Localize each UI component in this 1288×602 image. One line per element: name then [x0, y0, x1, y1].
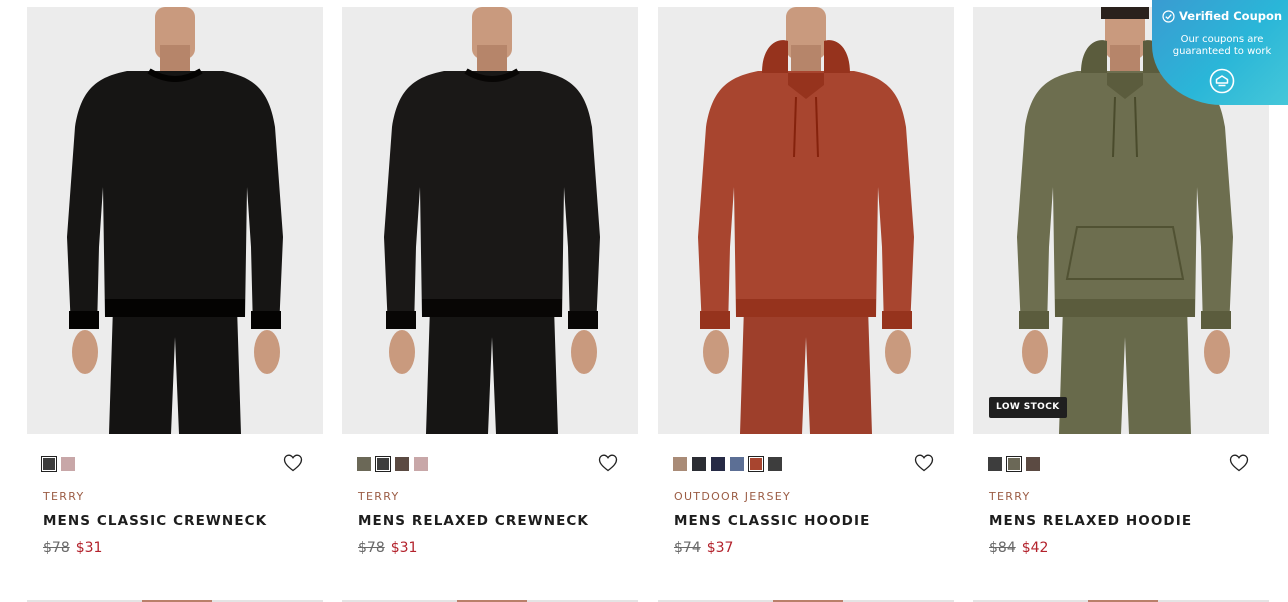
product-name[interactable]: MENS CLASSIC CREWNECK	[43, 513, 267, 529]
color-swatch[interactable]	[988, 457, 1002, 471]
color-swatches	[988, 456, 1040, 473]
product-card[interactable]: OUTDOOR JERSEY MENS CLASSIC HOODIE $74 $37	[658, 7, 954, 602]
color-swatch[interactable]	[748, 456, 764, 472]
product-model-illustration	[67, 7, 283, 434]
wishlist-button[interactable]	[914, 454, 934, 472]
coupon-message: Our coupons are guaranteed to work	[1164, 34, 1280, 58]
product-category: TERRY	[989, 490, 1031, 503]
color-swatches	[357, 456, 428, 473]
product-model-illustration	[384, 7, 600, 434]
product-image[interactable]	[342, 7, 638, 434]
product-category: TERRY	[358, 490, 400, 503]
color-swatches	[41, 456, 75, 473]
product-card[interactable]: TERRY MENS RELAXED CREWNECK $78 $31	[342, 7, 638, 602]
color-swatch[interactable]	[375, 456, 391, 472]
wishlist-button[interactable]	[1229, 454, 1249, 472]
color-swatch[interactable]	[711, 457, 725, 471]
coupon-title: Verified Coupon	[1179, 9, 1283, 23]
original-price: $84	[989, 540, 1016, 556]
coupon-message-line-1: Our coupons are	[1180, 34, 1264, 45]
sale-price: $37	[706, 540, 734, 556]
color-swatch[interactable]	[61, 457, 75, 471]
product-card[interactable]: TERRY MENS CLASSIC CREWNECK $78 $31	[27, 7, 323, 602]
sale-price: $31	[75, 540, 103, 556]
original-price: $78	[43, 540, 70, 556]
check-circle-icon	[1162, 9, 1175, 23]
low-stock-badge: LOW STOCK	[989, 397, 1067, 418]
product-price: $74 $37	[674, 540, 733, 556]
heart-icon	[1229, 454, 1249, 472]
product-price: $84 $42	[989, 540, 1048, 556]
original-price: $78	[358, 540, 385, 556]
color-swatch[interactable]	[1026, 457, 1040, 471]
color-swatch[interactable]	[41, 456, 57, 472]
product-price: $78 $31	[43, 540, 102, 556]
product-name[interactable]: MENS CLASSIC HOODIE	[674, 513, 870, 529]
product-model-illustration	[698, 7, 914, 434]
color-swatch[interactable]	[768, 457, 782, 471]
product-category: OUTDOOR JERSEY	[674, 490, 792, 503]
product-name[interactable]: MENS RELAXED HOODIE	[989, 513, 1192, 529]
color-swatch[interactable]	[1006, 456, 1022, 472]
product-image[interactable]	[658, 7, 954, 434]
color-swatch[interactable]	[357, 457, 371, 471]
color-swatches	[673, 456, 782, 473]
heart-icon	[283, 454, 303, 472]
product-price: $78 $31	[358, 540, 417, 556]
color-swatch[interactable]	[692, 457, 706, 471]
coupon-title-row: Verified Coupon	[1162, 9, 1282, 23]
color-swatch[interactable]	[414, 457, 428, 471]
product-category: TERRY	[43, 490, 85, 503]
product-name[interactable]: MENS RELAXED CREWNECK	[358, 513, 589, 529]
heart-icon	[914, 454, 934, 472]
product-grid: TERRY MENS CLASSIC CREWNECK $78 $31 TERRY ME…	[0, 0, 1288, 602]
heart-icon	[598, 454, 618, 472]
color-swatch[interactable]	[730, 457, 744, 471]
wishlist-button[interactable]	[283, 454, 303, 472]
sale-price: $42	[1021, 540, 1049, 556]
coupon-message-line-2: guaranteed to work	[1172, 46, 1272, 57]
product-image[interactable]	[27, 7, 323, 434]
original-price: $74	[674, 540, 701, 556]
sale-price: $31	[390, 540, 418, 556]
wishlist-button[interactable]	[598, 454, 618, 472]
coupon-logo-icon	[1209, 68, 1235, 94]
color-swatch[interactable]	[673, 457, 687, 471]
color-swatch[interactable]	[395, 457, 409, 471]
